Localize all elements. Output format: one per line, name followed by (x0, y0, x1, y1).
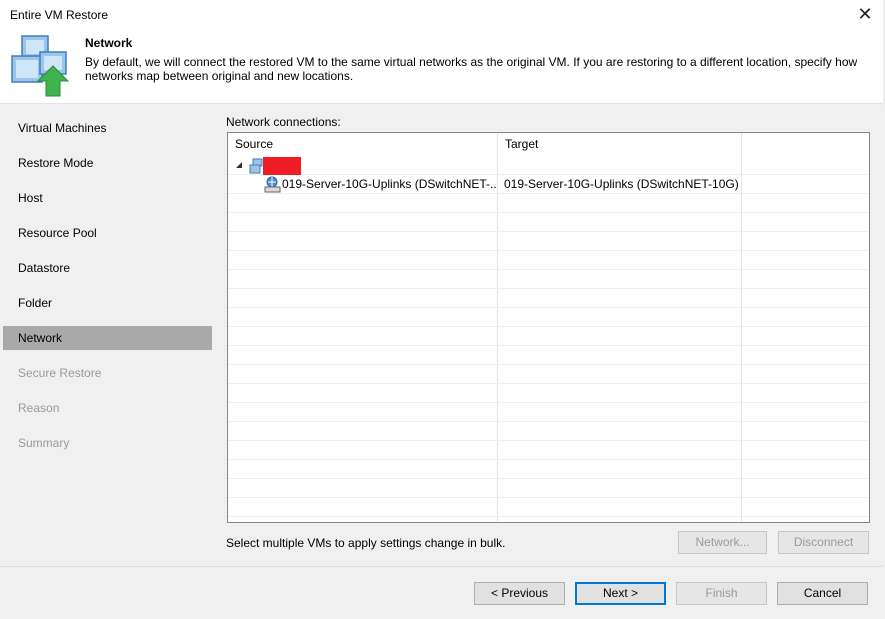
window-title: Entire VM Restore (10, 8, 109, 22)
empty-row (228, 308, 869, 327)
network-icon (264, 176, 281, 193)
finish-button[interactable]: Finish (676, 582, 767, 605)
redacted-vm-name (263, 157, 301, 175)
bulk-hint-text: Select multiple VMs to apply settings ch… (226, 536, 506, 550)
step-folder[interactable]: Folder (3, 291, 212, 315)
step-host[interactable]: Host (3, 186, 212, 210)
column-header-target[interactable]: Target (498, 133, 742, 155)
empty-row (228, 251, 869, 270)
empty-row (228, 422, 869, 441)
empty-row (228, 365, 869, 384)
empty-row (228, 403, 869, 422)
empty-row (228, 460, 869, 479)
empty-row (228, 441, 869, 460)
step-datastore[interactable]: Datastore (3, 256, 212, 280)
step-summary: Summary (18, 436, 70, 450)
empty-row (228, 289, 869, 308)
collapse-arrow-icon[interactable] (236, 162, 242, 168)
cancel-button[interactable]: Cancel (777, 582, 868, 605)
title-bar: Entire VM Restore ✕ (0, 0, 883, 30)
empty-row (228, 270, 869, 289)
empty-row (228, 194, 869, 213)
target-network: 019-Server-10G-Uplinks (DSwitchNET-10G) (504, 177, 739, 191)
empty-row (228, 213, 869, 232)
empty-row (228, 232, 869, 251)
empty-row (228, 327, 869, 346)
empty-row (228, 346, 869, 365)
step-secure-restore: Secure Restore (18, 366, 102, 380)
empty-row (228, 384, 869, 403)
network-mapping-row[interactable]: 019-Server-10G-Uplinks (DSwitchNET-... 0… (228, 175, 869, 194)
restore-wizard-window: Entire VM Restore ✕ Network By default, … (0, 0, 883, 619)
network-button[interactable]: Network... (678, 531, 767, 554)
step-resource-pool[interactable]: Resource Pool (3, 221, 212, 245)
page-description: By default, we will connect the restored… (85, 55, 858, 83)
source-network: 019-Server-10G-Uplinks (DSwitchNET-... (282, 177, 496, 191)
next-button[interactable]: Next > (575, 582, 666, 605)
network-restore-icon (11, 35, 70, 97)
wizard-footer: < Previous Next > Finish Cancel (0, 566, 883, 619)
wizard-steps: Virtual Machines Restore Mode Host Resou… (3, 105, 212, 565)
column-header-source[interactable]: Source (228, 133, 498, 155)
step-restore-mode[interactable]: Restore Mode (3, 151, 212, 175)
step-reason: Reason (18, 401, 60, 415)
network-connections-grid[interactable]: Source Target 019-Server-10G-Uplinks (DS… (227, 132, 870, 523)
empty-row (228, 479, 869, 498)
step-virtual-machines[interactable]: Virtual Machines (3, 116, 212, 140)
grid-header: Source Target (228, 133, 869, 155)
disconnect-button[interactable]: Disconnect (778, 531, 869, 554)
vm-row[interactable] (228, 156, 869, 175)
step-network[interactable]: Network (3, 326, 212, 350)
close-icon[interactable]: ✕ (855, 4, 875, 24)
page-title: Network (85, 36, 133, 50)
empty-row (228, 498, 869, 517)
wizard-header: Network By default, we will connect the … (0, 30, 883, 104)
main-panel: Network connections: Source Target 019-S… (213, 105, 883, 565)
section-label: Network connections: (226, 115, 341, 129)
previous-button[interactable]: < Previous (474, 582, 565, 605)
